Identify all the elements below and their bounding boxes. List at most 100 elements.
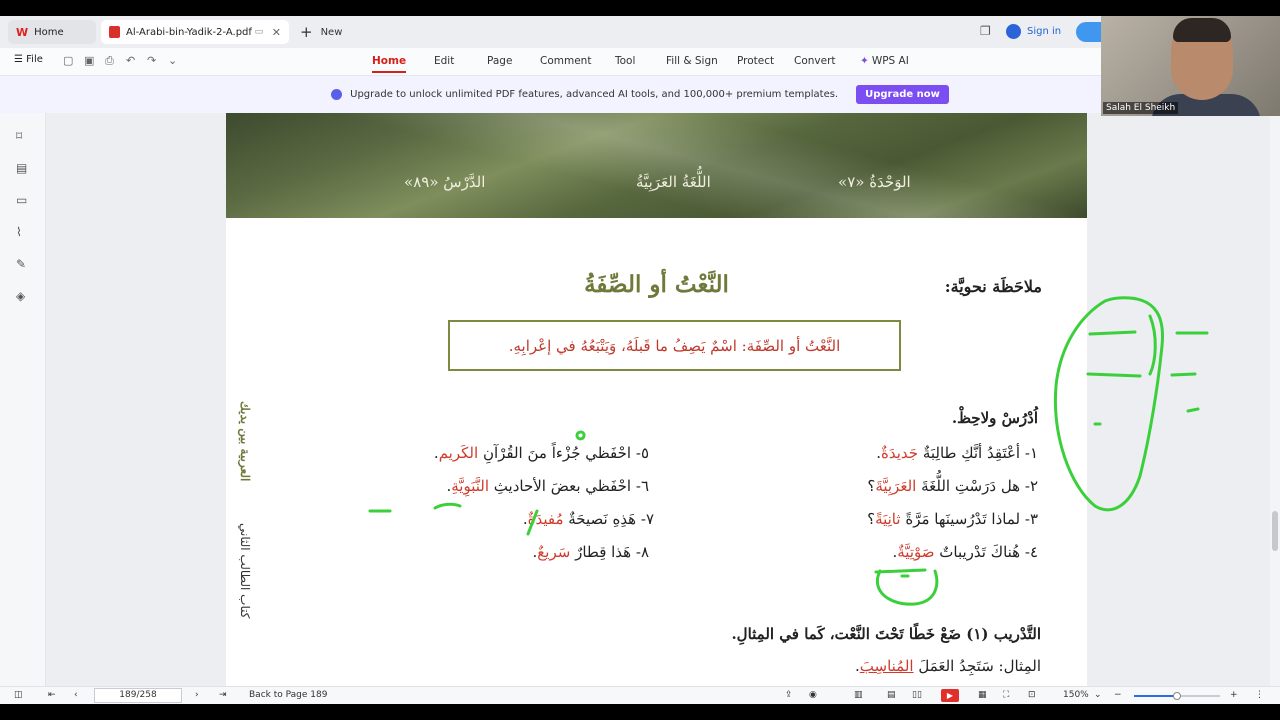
header-lesson: الدَّرْسُ «٨٩» (404, 173, 486, 191)
chevron-down-icon[interactable]: ⌄ (168, 54, 177, 67)
status-more-icon[interactable]: ⋮ (1255, 690, 1264, 700)
open-folder-icon[interactable]: ▢ (63, 54, 73, 67)
tab-bar: W Home Al-Arabi-bin-Yadik-2-A.pdf ▭ ✕ + … (0, 16, 1280, 48)
sentence-2-adjective: العَرَبِيَّةَ (875, 477, 917, 495)
upgrade-text: Upgrade to unlock unlimited PDF features… (350, 89, 839, 100)
page-number-input[interactable]: 189/258 (94, 688, 182, 703)
sentence-5-text: ٥- احْفَظي جُزْءاً منَ القُرْآنِ (478, 444, 649, 462)
pdf-file-icon (109, 26, 120, 38)
zoom-level[interactable]: 150% (1063, 690, 1089, 700)
monitor-icon[interactable]: ▭ (255, 27, 264, 37)
fullscreen-icon[interactable]: ⊡ (1028, 690, 1036, 700)
save-icon[interactable]: ▣ (84, 54, 94, 67)
first-page-icon[interactable]: ⇤ (48, 690, 56, 700)
zoom-out-icon[interactable]: − (1114, 690, 1122, 700)
two-page-icon[interactable]: ▯▯ (912, 690, 922, 700)
menu-tab-edit[interactable]: Edit (434, 55, 454, 67)
menu-tab-fill-sign[interactable]: Fill & Sign (666, 55, 718, 67)
presenter-hair (1173, 18, 1231, 42)
header-unit: الوَحْدَةُ «٧» (838, 173, 911, 191)
user-avatar-icon (1006, 24, 1021, 39)
presenter-name: Salah El Sheikh (1103, 102, 1179, 114)
document-viewport[interactable]: الدَّرْسُ «٨٩» اللُّغَةُ العَرَبِيَّةُ ا… (46, 113, 1270, 693)
sentence-6-text: ٦- احْفَظي بعضَ الأحاديثِ (489, 477, 649, 495)
lesson-title: النَّعْتُ أو الصِّفَةُ (584, 271, 729, 298)
sentence-3-adjective: ثانِيَةً (875, 510, 901, 528)
new-tab-button[interactable]: + New (300, 20, 342, 44)
definition-text: النَّعْتُ أو الصِّفَة: اسْمٌ يَصِفُ ما ق… (508, 336, 841, 355)
study-heading: اُدْرُسْ ولاحِظْ. (951, 409, 1038, 427)
close-tab-icon[interactable]: ✕ (272, 26, 281, 39)
export-icon[interactable]: ⇪ (785, 690, 793, 700)
menu-bar: ☰ File ▢ ▣ ⎙ ↶ ↷ ⌄ Home Edit Page Commen… (0, 48, 1280, 76)
example-adjective: المُناسِبَ (859, 657, 914, 675)
last-page-icon[interactable]: ⇥ (219, 690, 227, 700)
restore-window-icon[interactable]: ❐ (980, 24, 991, 38)
zoom-slider-fill (1134, 695, 1177, 697)
sign-in-label: Sign in (1027, 26, 1062, 37)
redo-icon[interactable]: ↷ (147, 54, 156, 67)
menu-tab-wps-ai[interactable]: ✦ WPS AI (860, 55, 909, 67)
sentence-8-text: ٨- هَذا قِطارٌ (570, 543, 649, 561)
sentence-4-text: ٤- هُناكَ تَدْريباتٌ (934, 543, 1038, 561)
header-subject: اللُّغَةُ العَرَبِيَّةُ (636, 173, 711, 191)
upgrade-now-button[interactable]: Upgrade now (856, 85, 949, 104)
signature-icon[interactable]: ✎ (16, 257, 26, 271)
sentence-1-adjective: جَديدَةٌ (880, 444, 919, 462)
prev-page-icon[interactable]: ‹ (74, 690, 78, 700)
menu-tab-comment[interactable]: Comment (540, 55, 591, 67)
fit-page-icon[interactable]: ⛶ (1003, 690, 1009, 700)
tab-pdf-document[interactable]: Al-Arabi-bin-Yadik-2-A.pdf ▭ ✕ (101, 20, 289, 44)
sentence-7: ٧- هَذِهِ نَصيحَةٌ مُفيدَةٌ. (226, 510, 654, 528)
undo-icon[interactable]: ↶ (126, 54, 135, 67)
exercise-instruction: التَّدْريب (١) ضَعْ خَطًا تَحْتَ النَّعْ… (731, 625, 1041, 643)
zoom-slider-knob[interactable] (1173, 692, 1181, 700)
menu-tab-home[interactable]: Home (372, 55, 407, 73)
scrollbar-thumb[interactable] (1272, 511, 1278, 551)
read-mode-icon[interactable]: ◉ (809, 690, 817, 700)
grid-view-icon[interactable]: ▦ (978, 690, 987, 700)
sentence-3-text: ٣- لماذا تَدْرُسينَها مَرَّةً (900, 510, 1038, 528)
file-menu[interactable]: ☰ File (14, 54, 43, 65)
sentence-2-text: ٢- هل دَرَسْتِ اللُّغَةَ (916, 477, 1038, 495)
sentence-4-adjective: صَوْتِيَّةٌ (897, 543, 935, 561)
menu-tab-tool[interactable]: Tool (615, 55, 635, 67)
sign-in-button[interactable]: Sign in (1006, 24, 1061, 39)
single-page-icon[interactable]: ▥ (854, 690, 863, 700)
tab-home[interactable]: W Home (8, 20, 96, 44)
webcam-overlay: Salah El Sheikh (1101, 16, 1280, 116)
play-icon[interactable]: ▶ (941, 689, 959, 702)
sentence-5: ٥- احْفَظي جُزْءاً منَ القُرْآنِ الكَريم… (226, 444, 649, 462)
pdf-page: الدَّرْسُ «٨٩» اللُّغَةُ العَرَبِيَّةُ ا… (226, 113, 1087, 693)
zoom-slider[interactable] (1134, 692, 1220, 700)
continuous-page-icon[interactable]: ▤ (887, 690, 896, 700)
layers-icon[interactable]: ◈ (16, 289, 25, 303)
sentence-7-adjective: مُفيدَةٌ (527, 510, 564, 528)
book-subtitle-vertical: كتاب الطالب الثاني (238, 523, 252, 619)
back-to-page-link[interactable]: Back to Page 189 (249, 690, 327, 700)
vertical-scrollbar[interactable] (1270, 113, 1280, 686)
info-icon (331, 89, 343, 100)
next-page-icon[interactable]: › (195, 690, 199, 700)
sentence-7-text: ٧- هَذِهِ نَصيحَةٌ (563, 510, 654, 528)
menu-tab-page[interactable]: Page (487, 55, 512, 67)
example-text: المِثال: سَتَجِدُ العَمَلَ (913, 657, 1041, 675)
print-icon[interactable]: ⎙ (105, 54, 114, 68)
wps-logo-icon: W (16, 25, 29, 39)
sentence-1-text: ١- أعْتَقِدُ أنَّكِ طالِبَةٌ (918, 444, 1038, 462)
book-title-vertical: العربية بين يديك (238, 401, 252, 482)
comment-icon[interactable]: ▭ (16, 193, 27, 207)
attachment-icon[interactable]: ⌇ (16, 225, 22, 239)
bookmark-icon[interactable]: ⌑ (16, 129, 22, 143)
left-sidebar: ⌑ ▤ ▭ ⌇ ✎ ◈ (0, 113, 46, 686)
plus-icon: + (300, 23, 313, 41)
zoom-in-icon[interactable]: + (1230, 690, 1238, 700)
zoom-chevron-icon[interactable]: ⌄ (1094, 690, 1102, 700)
sentence-8-adjective: سَريعٌ (537, 543, 571, 561)
menu-tab-convert[interactable]: Convert (794, 55, 836, 67)
menu-tab-protect[interactable]: Protect (737, 55, 774, 67)
sentence-6-adjective: النَّبَوِيَّةِ (451, 477, 490, 495)
sidebar-toggle-icon[interactable]: ◫ (14, 690, 23, 700)
thumbnails-icon[interactable]: ▤ (16, 161, 27, 175)
new-tab-label: New (320, 26, 343, 38)
